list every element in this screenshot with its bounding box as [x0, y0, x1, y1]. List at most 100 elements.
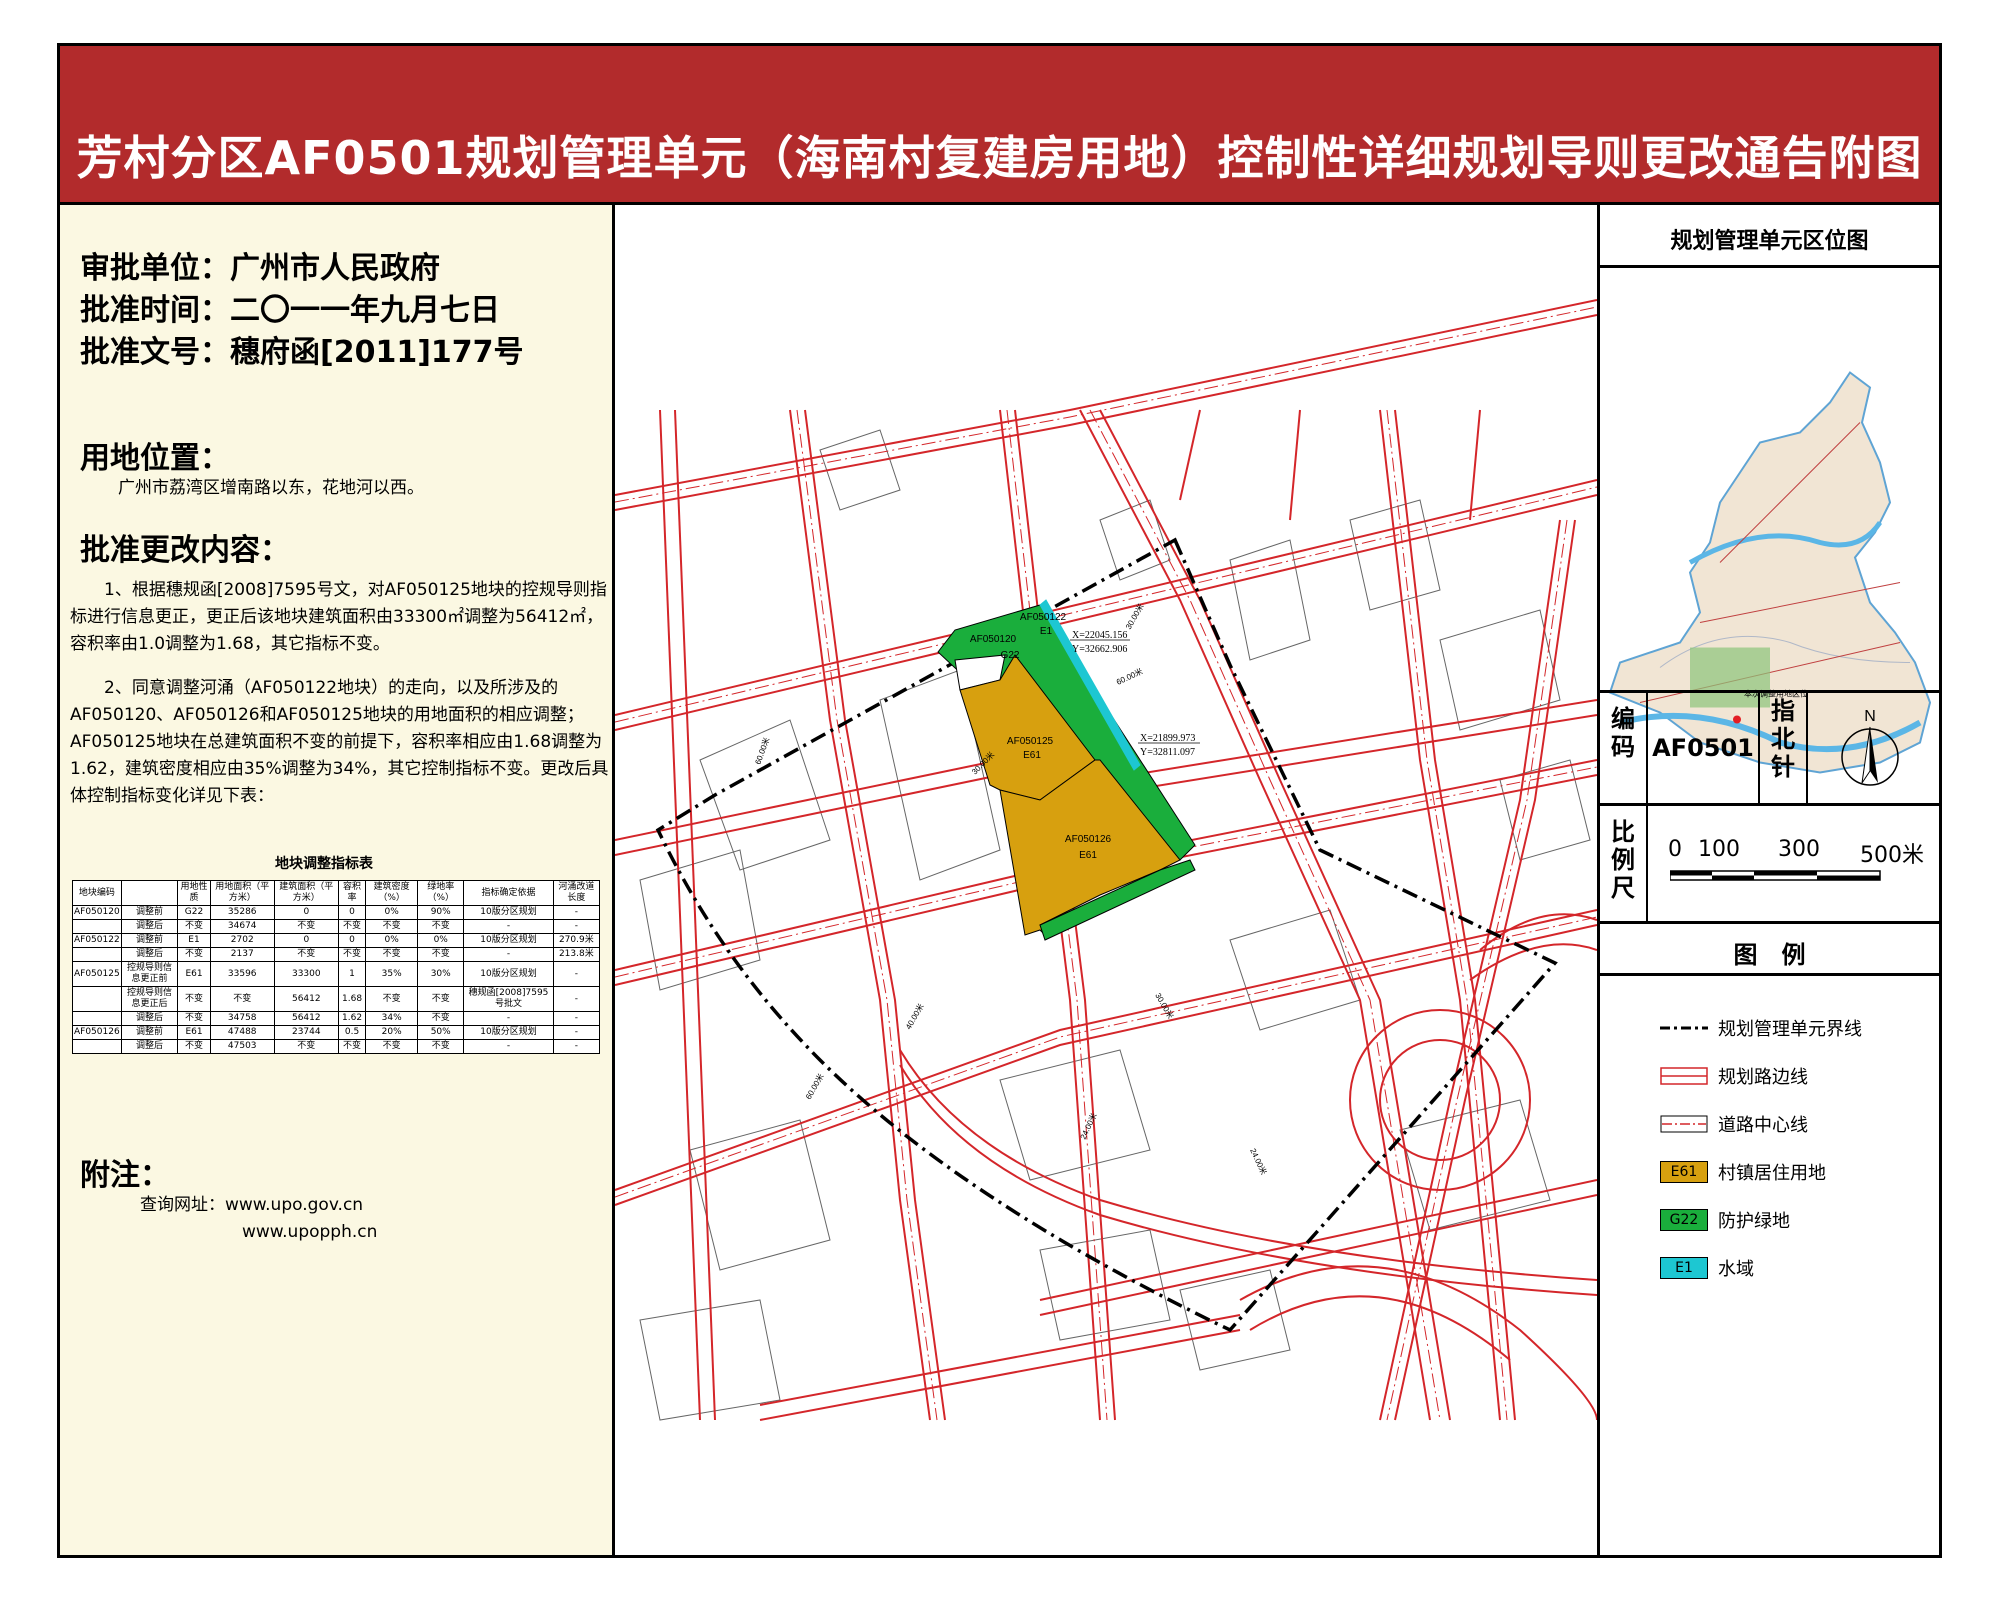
divider-3	[1600, 803, 1939, 806]
table-row: AF050122 调整前 E1 2702 0 0 0% 0% 10版分区规划 270.9米	[72, 933, 601, 948]
table-row: 调整后 不变 34674 不变 不变 不变 不变 - -	[72, 919, 601, 934]
table-cell: -	[463, 919, 554, 934]
table-cell: 2137	[209, 947, 275, 962]
legend-item-e1: E1 水域	[1660, 1255, 1754, 1281]
notes-url-label: 查询网址：	[140, 1195, 225, 1215]
north-letter: N	[1864, 708, 1876, 725]
table-cell: 10版分区规划	[463, 1025, 554, 1040]
scale-tick-300: 300	[1778, 837, 1820, 862]
label-af050120-id: AF050120	[970, 634, 1017, 645]
coord2-x: X=21899.973	[1140, 733, 1195, 744]
table-cell: 不变	[365, 1039, 419, 1054]
scale-bar	[1670, 870, 1881, 881]
notes-url-row: 查询网址：www.upo.gov.cn	[140, 1190, 363, 1215]
legend-item-e61: E61 村镇居住用地	[1660, 1159, 1826, 1185]
table-cell: 10版分区规划	[463, 933, 554, 948]
legend-road-edge-symbol	[1660, 1067, 1708, 1085]
map-area[interactable]: AF050120 G22 AF050122 E1 AF050125 E61 AF…	[615, 205, 1600, 1555]
table-cell: 控规导则信息更正前	[120, 961, 179, 987]
label-af050125-use: E61	[1023, 750, 1041, 761]
road-label-6: 60.00米	[803, 1072, 826, 1101]
right-panel: 规划管理单元区位图 本次调整用地区位 编码 AF0501 指北针 N 比例尺 0…	[1600, 205, 1939, 1555]
approval-doc-value: 穗府函[2011]177号	[230, 335, 524, 370]
table-row: AF050125 控规导则信息更正前 E61 33596 33300 1 35% 30% 10版…	[72, 961, 601, 987]
table-cell: 不变	[209, 986, 275, 1012]
changes-para-1: 1、根据穗规函[2008]7595号文，对AF050125地块的控规导则指标进行…	[70, 580, 607, 654]
table-row: AF050120 调整前 G22 35286 0 0 0% 90% 10版分区规划 -	[72, 905, 601, 920]
approval-time-value: 二〇一一年九月七日	[230, 293, 500, 328]
table-cell: 0.5	[337, 1025, 367, 1040]
divider-5	[1600, 973, 1939, 976]
approval-time: 批准时间：二〇一一年九月七日	[80, 285, 500, 329]
table-cell: 不变	[337, 919, 367, 934]
table-cell: -	[552, 1025, 601, 1040]
north-arrow-icon: N	[1841, 708, 1899, 786]
legend-e61-symbol: E61	[1660, 1161, 1708, 1183]
approval-time-label: 批准时间：	[80, 293, 230, 328]
map-svg: AF050120 G22 AF050122 E1 AF050125 E61 AF…	[615, 299, 1597, 1421]
table-cell: 不变	[365, 947, 419, 962]
table-cell	[72, 1011, 122, 1026]
table-header-cell	[120, 880, 179, 906]
legend-g22-label: 防护绿地	[1718, 1211, 1790, 1232]
label-af050122-id: AF050122	[1020, 612, 1067, 623]
notes-heading: 附注：	[80, 1158, 170, 1193]
table-cell: -	[463, 1011, 554, 1026]
table-cell: 2702	[209, 933, 275, 948]
table-cell: 不变	[177, 919, 211, 934]
table-cell: -	[552, 986, 601, 1012]
table-cell: 不变	[177, 986, 211, 1012]
table-header-cell: 河涌改道长度	[552, 880, 601, 906]
table-cell: 不变	[417, 947, 465, 962]
table-cell: 1.68	[337, 986, 367, 1012]
table-cell: 34%	[365, 1011, 419, 1026]
table-cell: 50%	[417, 1025, 465, 1040]
table-row: 调整后 不变 2137 不变 不变 不变 不变 -213.8米	[72, 947, 601, 962]
table-cell: 34674	[209, 919, 275, 934]
table-cell: 47503	[209, 1039, 275, 1054]
legend-e1-symbol: E1	[1660, 1257, 1708, 1279]
table-cell: 调整后	[120, 1011, 179, 1026]
table-cell: E1	[177, 933, 211, 948]
table-cell: 23744	[273, 1025, 339, 1040]
approval-unit: 审批单位：广州市人民政府	[80, 243, 440, 287]
table-cell: AF050122	[72, 933, 122, 948]
table-cell: 0	[337, 933, 367, 948]
table-cell: 1	[337, 961, 367, 987]
scale-label: 比例尺	[1600, 806, 1648, 921]
notes-url-2[interactable]: www.upopph.cn	[242, 1222, 377, 1242]
page-title: 芳村分区AF0501规划管理单元（海南村复建房用地）控制性详细规划导则更改通告附…	[76, 131, 1923, 185]
table-header-cell: 绿地率（%）	[417, 880, 465, 906]
table-cell: 30%	[417, 961, 465, 987]
table-cell: AF050120	[72, 905, 122, 920]
table-cell: -	[552, 961, 601, 987]
scale-tick-100: 100	[1698, 837, 1740, 862]
legend-title: 图 例	[1733, 941, 1806, 969]
table-cell	[72, 986, 122, 1012]
table-cell: 56412	[273, 1011, 339, 1026]
table-header-cell: 用地性质	[177, 880, 211, 906]
table-cell: 调整后	[120, 919, 179, 934]
code-label: 编码	[1600, 693, 1648, 803]
legend-boundary-symbol	[1660, 1026, 1708, 1030]
table-header-cell: 容积率	[337, 880, 367, 906]
table-cell: AF050125	[72, 961, 122, 987]
legend-e1-label: 水域	[1718, 1259, 1754, 1280]
table-cell: 270.9米	[552, 933, 601, 948]
table-cell: E61	[177, 1025, 211, 1040]
table-cell	[72, 919, 122, 934]
legend-e61-label: 村镇居住用地	[1718, 1163, 1826, 1184]
table-cell	[72, 1039, 122, 1054]
table-cell: 调整前	[120, 933, 179, 948]
table-cell: 33300	[273, 961, 339, 987]
table-row: AF050126 调整前 E61 47488 23744 0.5 20% 50% 10版分区规划…	[72, 1025, 601, 1040]
table-cell: -	[463, 947, 554, 962]
table-cell: 213.8米	[552, 947, 601, 962]
table-cell: 不变	[177, 947, 211, 962]
table-cell: 0%	[417, 933, 465, 948]
legend-item-boundary: 规划管理单元界线	[1660, 1015, 1862, 1041]
notes-url-1[interactable]: www.upo.gov.cn	[225, 1195, 363, 1215]
legend-boundary-label: 规划管理单元界线	[1718, 1019, 1862, 1040]
table-cell: 不变	[337, 947, 367, 962]
location-heading: 用地位置：	[80, 441, 230, 476]
